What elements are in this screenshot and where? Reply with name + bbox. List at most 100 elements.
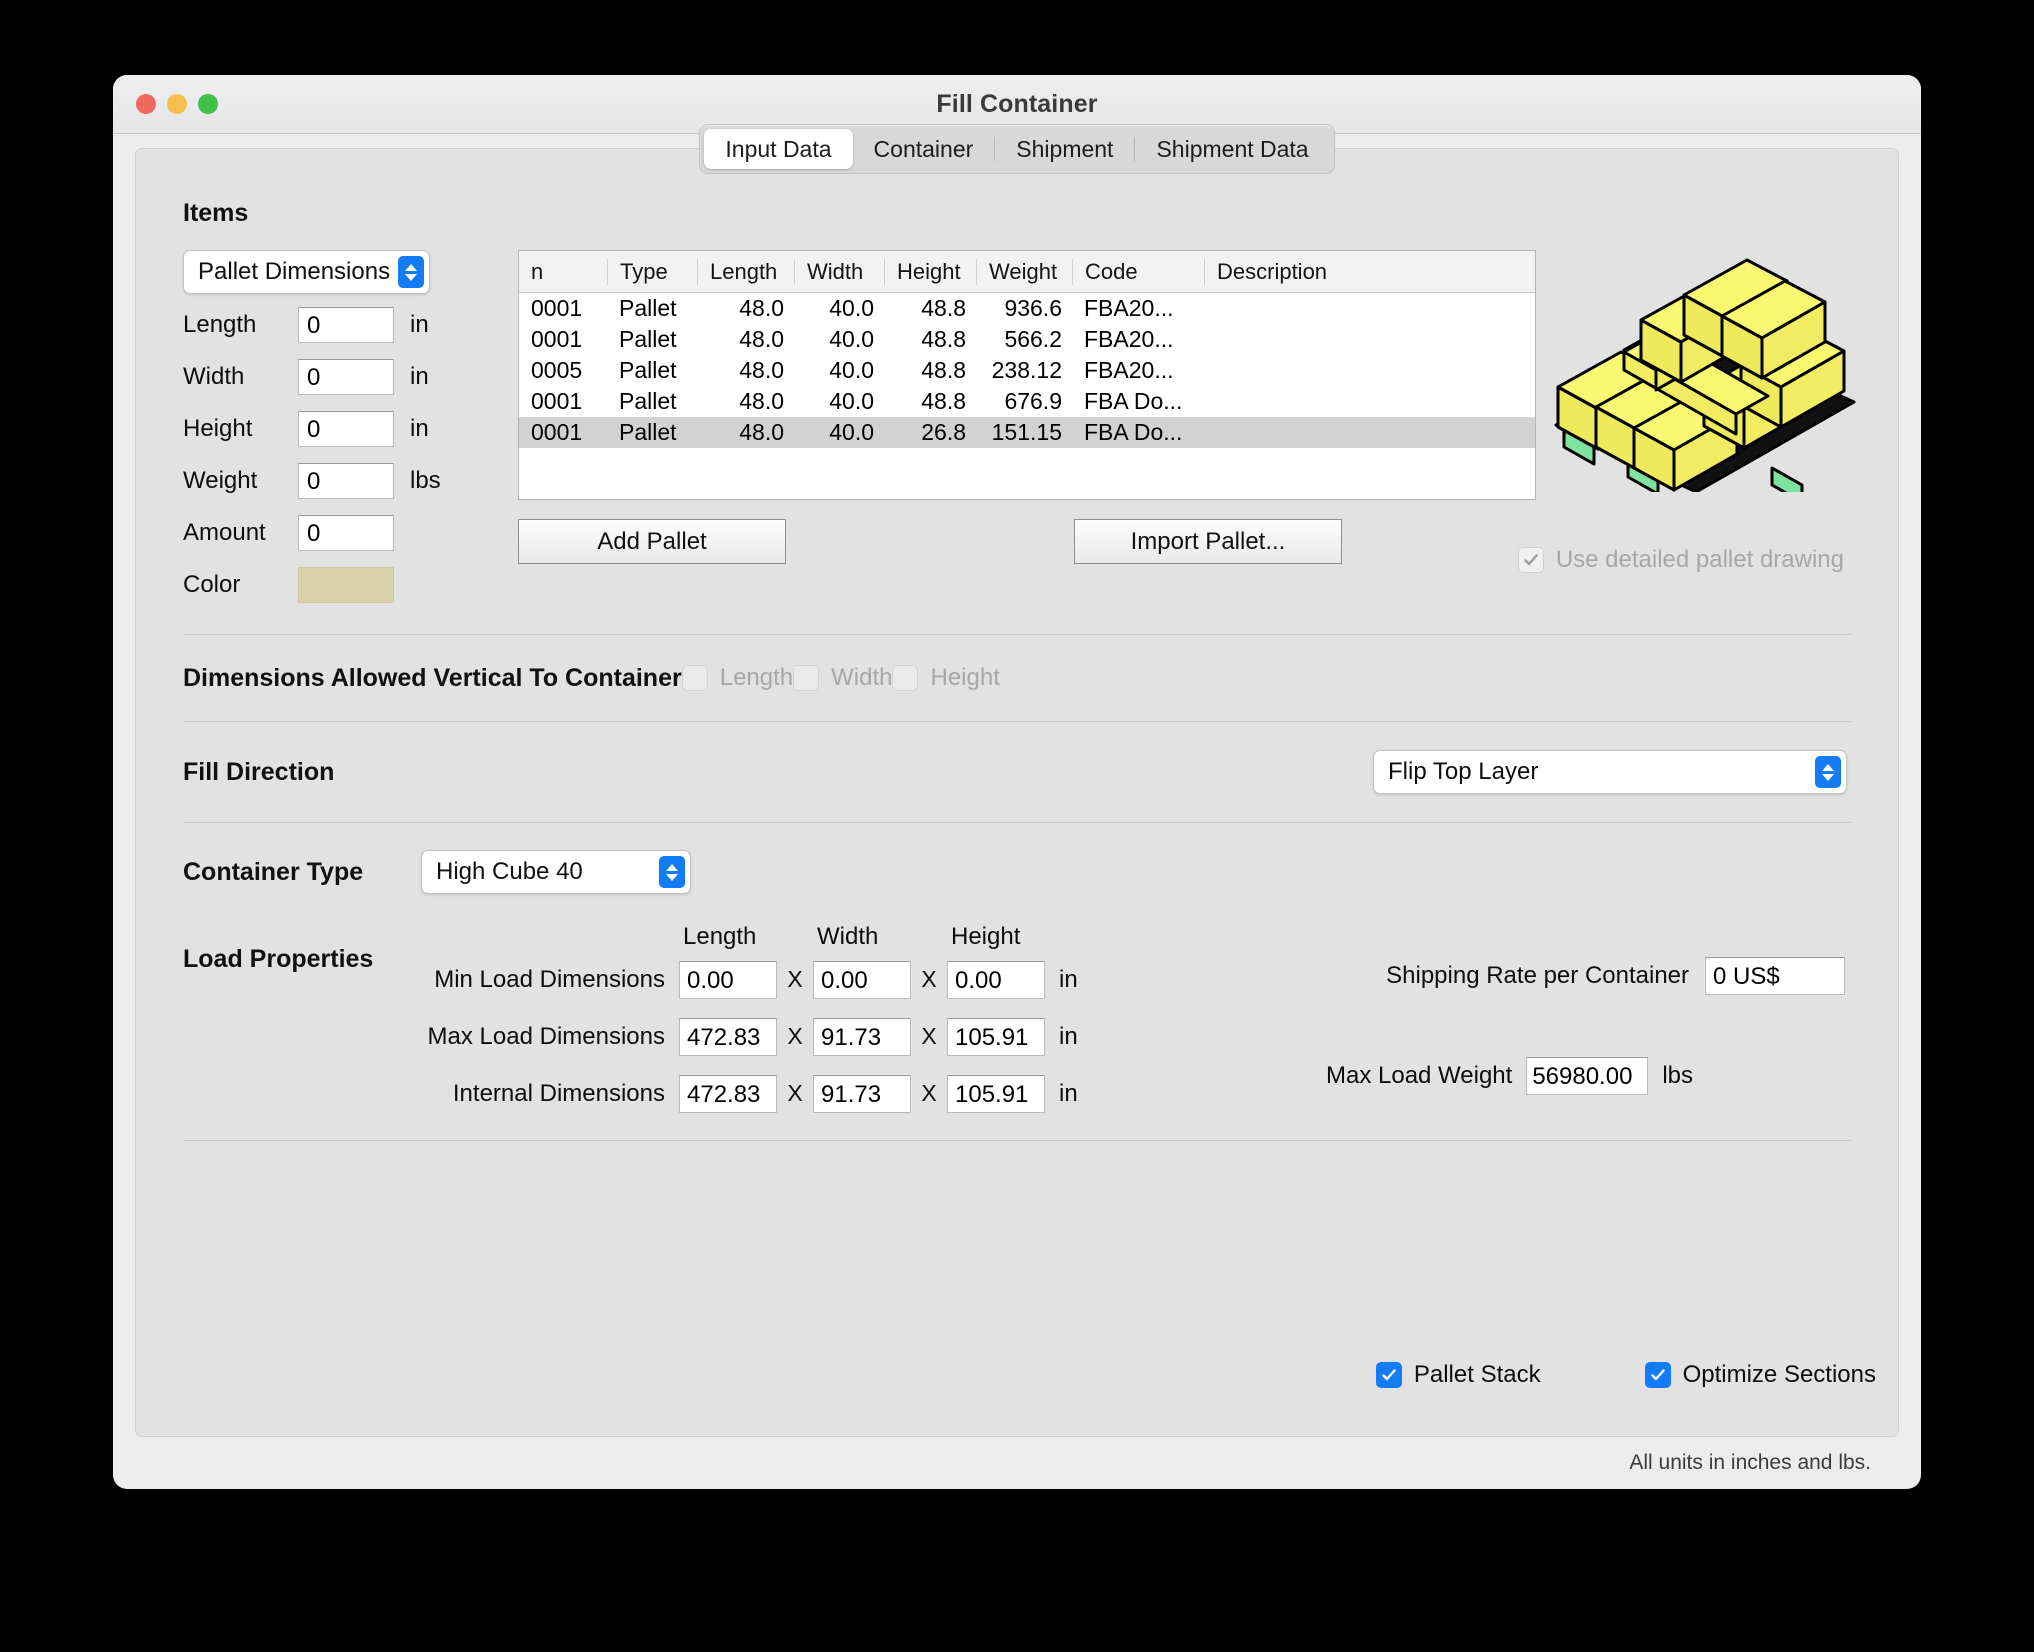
tab-container[interactable]: Container: [853, 129, 995, 169]
pallet-stack-label: Pallet Stack: [1413, 1361, 1541, 1388]
cell-n: 0001: [531, 419, 583, 445]
min-load-height-input[interactable]: 0.00: [947, 960, 1045, 999]
column-header-length: Length: [683, 923, 757, 950]
max-load-dimensions-row: Max Load Dimensions 472.83 X 91.73 X 105…: [421, 1008, 1078, 1065]
height-input[interactable]: 0: [298, 411, 394, 447]
max-load-width-input[interactable]: 91.73: [813, 1017, 911, 1056]
cell-length: 48.0: [739, 388, 784, 414]
dimension-vertical-width-label: Width: [831, 664, 893, 691]
load-properties-right: Shipping Rate per Container 0 US$ Max Lo…: [1078, 909, 1851, 1122]
dimension-vertical-height-label: Height: [930, 664, 1000, 691]
cell-code: FBA Do...: [1084, 388, 1183, 414]
dimension-vertical-width-checkbox[interactable]: Width: [793, 664, 892, 692]
internal-dimensions-label: Internal Dimensions: [452, 1079, 665, 1107]
weight-label: Weight: [183, 467, 258, 494]
pallet-buttons: Add Pallet Import Pallet...: [518, 519, 1536, 564]
fill-direction-value: Flip Top Layer: [1388, 758, 1539, 785]
max-load-unit: in: [1059, 1022, 1078, 1050]
cell-height: 48.8: [921, 388, 966, 414]
checkbox-box: [1517, 547, 1544, 573]
tab-input-data[interactable]: Input Data: [704, 129, 853, 169]
container-type-popup[interactable]: High Cube 40: [421, 850, 691, 894]
pallet-dimensions-value: Pallet Dimensions: [198, 258, 391, 285]
checkmark-icon: [1382, 1369, 1396, 1381]
cell-height: 48.8: [921, 357, 966, 383]
cell-code: FBA20...: [1084, 357, 1174, 383]
column-header-height: Height: [951, 923, 1021, 950]
cell-type: Pallet: [619, 357, 677, 383]
table-row-selected[interactable]: 0001 Pallet 48.0 40.0 26.8 151.15 FBA Do…: [519, 417, 1535, 448]
cell-width: 40.0: [829, 419, 874, 445]
shipping-rate-label: Shipping Rate per Container: [1386, 962, 1689, 989]
cell-type: Pallet: [619, 388, 677, 414]
fill-direction-popup[interactable]: Flip Top Layer: [1373, 750, 1847, 794]
close-button[interactable]: [136, 94, 156, 114]
input-data-panel: Input Data Container Shipment Shipment D…: [135, 124, 1899, 1437]
min-load-width-input[interactable]: 0.00: [813, 960, 911, 999]
table-row[interactable]: 0001 Pallet 48.0 40.0 48.8 936.6 FBA20..…: [519, 293, 1535, 324]
cell-n: 0001: [531, 388, 583, 414]
weight-input[interactable]: 0: [298, 463, 394, 499]
zoom-button[interactable]: [198, 94, 218, 114]
column-header-type[interactable]: Type: [607, 258, 697, 285]
pallet-table[interactable]: n Type Length Width Height Weight Code D…: [518, 250, 1536, 500]
cell-width: 40.0: [829, 388, 874, 414]
max-load-length-input[interactable]: 472.83: [679, 1017, 777, 1056]
table-row[interactable]: 0001 Pallet 48.0 40.0 48.8 566.2 FBA20..…: [519, 324, 1535, 355]
window-content: Input Data Container Shipment Shipment D…: [113, 124, 1921, 1489]
length-input[interactable]: 0: [298, 307, 394, 343]
column-header-width: Width: [817, 923, 879, 950]
internal-height-input[interactable]: 105.91: [947, 1074, 1045, 1113]
color-swatch[interactable]: [298, 567, 394, 603]
pallet-drawing-icon: [1554, 258, 1856, 492]
container-type-title: Container Type: [183, 857, 364, 886]
fill-direction-title: Fill Direction: [183, 757, 335, 786]
field-row-weight: Weight 0 lbs: [183, 460, 501, 502]
weight-unit: lbs: [410, 467, 441, 494]
internal-unit: in: [1059, 1079, 1078, 1107]
dimension-vertical-length-checkbox[interactable]: Length: [681, 664, 793, 692]
max-load-height-input[interactable]: 105.91: [947, 1017, 1045, 1056]
internal-width-input[interactable]: 91.73: [813, 1074, 911, 1113]
width-input[interactable]: 0: [298, 359, 394, 395]
shipping-rate-input[interactable]: 0 US$: [1705, 957, 1845, 995]
max-load-weight-input[interactable]: 56980.00: [1526, 1057, 1649, 1095]
cell-width: 40.0: [829, 295, 874, 321]
import-pallet-button[interactable]: Import Pallet...: [1074, 519, 1342, 564]
tab-shipment-data[interactable]: Shipment Data: [1135, 129, 1329, 169]
length-label: Length: [183, 311, 257, 338]
container-type-row: Container Type High Cube 40: [168, 829, 1866, 915]
column-header-length[interactable]: Length: [697, 258, 794, 285]
items-row: Pallet Dimensions Length 0 in Width 0 in: [168, 250, 1866, 606]
column-header-code[interactable]: Code: [1072, 258, 1204, 285]
column-header-width[interactable]: Width: [794, 258, 884, 285]
column-header-weight[interactable]: Weight: [976, 258, 1072, 285]
cell-height: 48.8: [921, 295, 966, 321]
dimension-vertical-height-checkbox[interactable]: Height: [892, 664, 1000, 692]
chevron-updown-icon: [659, 856, 685, 888]
min-load-length-input[interactable]: 0.00: [679, 960, 777, 999]
internal-length-input[interactable]: 472.83: [679, 1074, 777, 1113]
add-pallet-button[interactable]: Add Pallet: [518, 519, 786, 564]
max-load-weight-row: Max Load Weight 56980.00 lbs: [1326, 1057, 1693, 1095]
internal-dimensions-row: Internal Dimensions 472.83 X 91.73 X 105…: [421, 1065, 1078, 1122]
column-header-height[interactable]: Height: [884, 258, 976, 285]
minimize-button[interactable]: [167, 94, 187, 114]
pallet-dimensions-popup[interactable]: Pallet Dimensions: [183, 250, 430, 294]
pallet-stack-checkbox[interactable]: Pallet Stack: [1375, 1361, 1541, 1389]
table-row[interactable]: 0001 Pallet 48.0 40.0 48.8 676.9 FBA Do.…: [519, 386, 1535, 417]
column-header-description[interactable]: Description: [1204, 258, 1535, 285]
min-load-dimensions-label: Min Load Dimensions: [434, 965, 665, 993]
column-header-n[interactable]: n: [519, 259, 607, 285]
optimize-sections-checkbox[interactable]: Optimize Sections: [1644, 1361, 1876, 1389]
cell-n: 0001: [531, 295, 583, 321]
amount-input[interactable]: 0: [298, 515, 394, 551]
optimize-sections-label: Optimize Sections: [1682, 1361, 1876, 1388]
cell-width: 40.0: [829, 326, 874, 352]
width-unit: in: [410, 363, 429, 390]
field-row-length: Length 0 in: [183, 304, 501, 346]
table-row[interactable]: 0005 Pallet 48.0 40.0 48.8 238.12 FBA20.…: [519, 355, 1535, 386]
use-detailed-pallet-drawing-checkbox[interactable]: Use detailed pallet drawing: [1517, 546, 1844, 574]
tab-shipment[interactable]: Shipment: [995, 129, 1134, 169]
x-separator: X: [787, 1080, 803, 1106]
